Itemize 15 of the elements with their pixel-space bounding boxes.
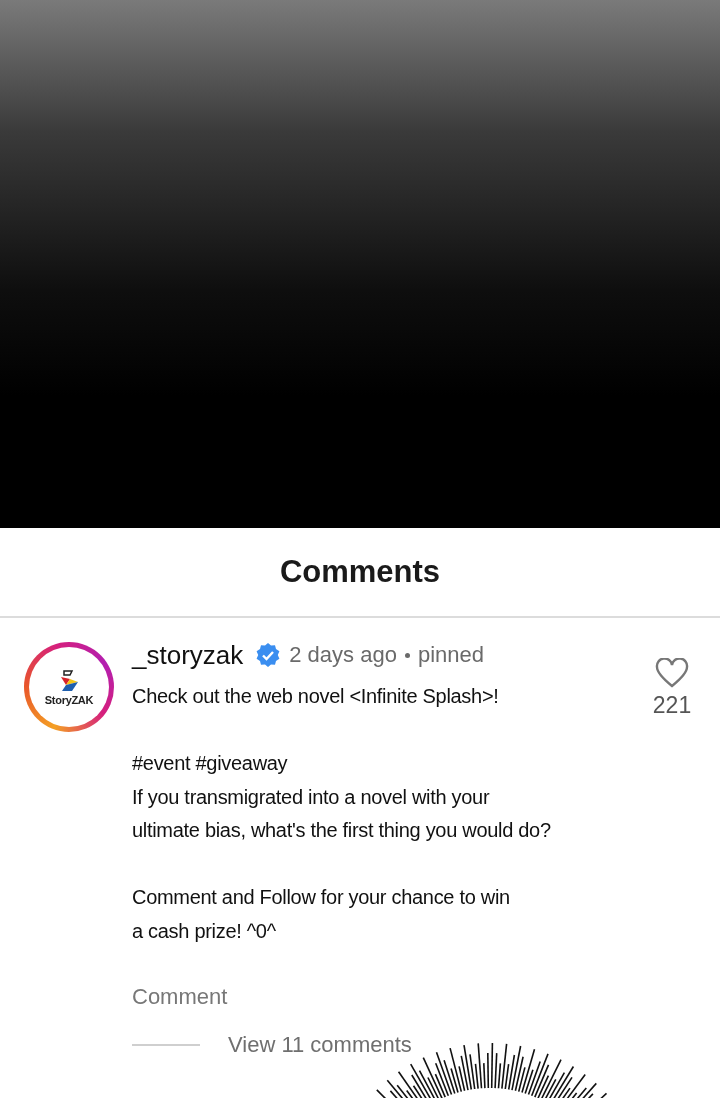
avatar-logo-text: StoryZAK [44, 693, 94, 706]
author-name[interactable]: _storyzak [132, 639, 244, 671]
like-count: 221 [652, 692, 692, 719]
comment-paragraph: #event #giveaway If you transmigrated into a novel with your ultimate bias, what's the first thing you would do? [132, 751, 552, 843]
comment-paragraph: Check out the web novel <Infinite Splash>! [132, 684, 500, 709]
logo-icon [58, 668, 80, 693]
heart-icon[interactable] [655, 658, 689, 688]
pinned-label: pinned [417, 642, 484, 668]
view-comments-link[interactable]: View 11 comments [228, 1032, 412, 1058]
comment-reply-link[interactable]: Comment [132, 984, 228, 1010]
avatar[interactable]: StoryZAK [24, 642, 114, 732]
panel-title: Comments [279, 554, 441, 590]
comment-time: 2 days ago [289, 642, 397, 668]
comment-paragraph: Comment and Follow for your chance to win a cash prize! ^0^ [132, 885, 511, 944]
separator-dot [404, 652, 410, 658]
